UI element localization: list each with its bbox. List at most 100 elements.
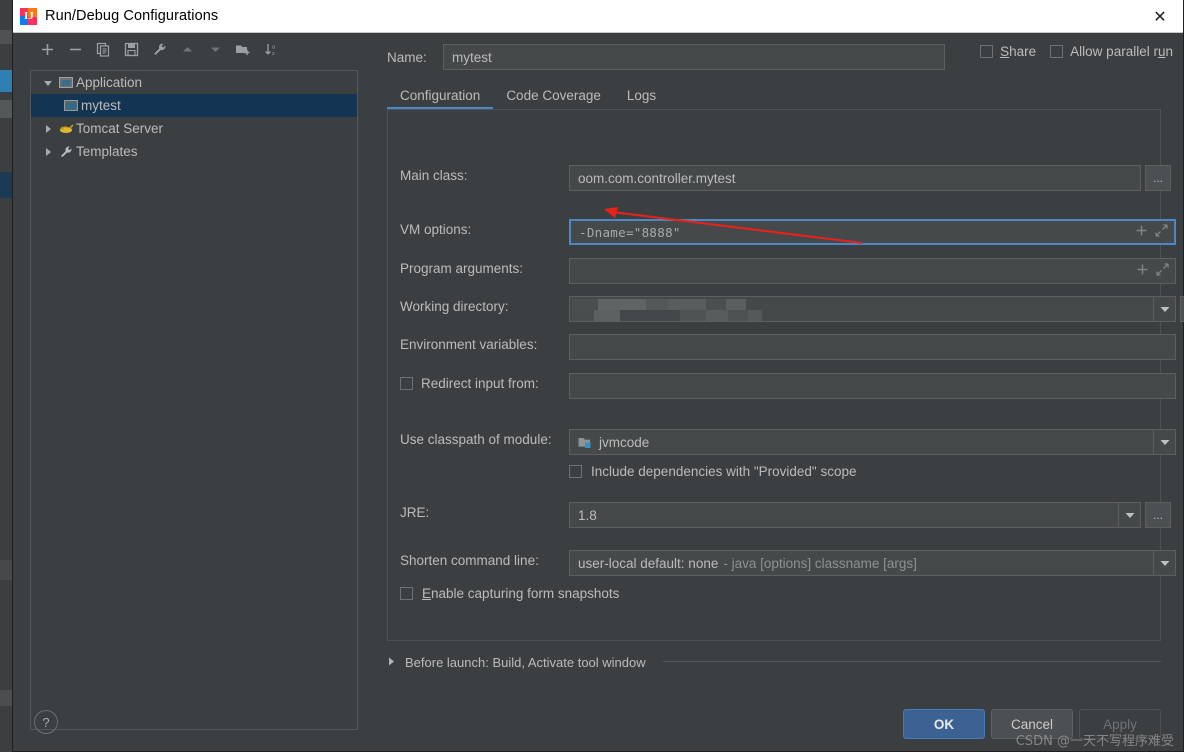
environment-variables-label: Environment variables:	[400, 337, 537, 352]
chevron-right-icon[interactable]	[39, 147, 56, 157]
redirect-input-field[interactable]	[569, 373, 1176, 399]
minus-icon[interactable]	[61, 36, 89, 62]
program-arguments-label: Program arguments:	[400, 261, 523, 276]
chevron-right-icon[interactable]	[387, 653, 396, 671]
tab-logs[interactable]: Logs	[614, 88, 669, 110]
before-launch-divider	[663, 661, 1161, 662]
program-arguments-input[interactable]	[569, 258, 1176, 284]
main-class-browse-button[interactable]: ...	[1145, 165, 1171, 191]
top-checkbox-group: Share Allow parallel run	[980, 44, 1173, 59]
jre-field-group: 1.8 ...	[569, 502, 1171, 528]
program-arguments-row: Program arguments:	[400, 261, 523, 276]
shorten-command-line-value: user-local default: none	[578, 556, 718, 571]
name-label: Name:	[387, 50, 443, 65]
main-class-label: Main class:	[400, 168, 468, 183]
checkbox-box[interactable]	[980, 45, 993, 58]
working-directory-browse-button[interactable]: ...	[1180, 296, 1184, 322]
tree-item-mytest[interactable]: mytest	[31, 94, 357, 117]
configurations-tree[interactable]: Application mytest	[30, 70, 358, 730]
save-icon[interactable]	[117, 36, 145, 62]
redirect-input-row[interactable]: Redirect input from:	[400, 376, 539, 391]
sort-az-icon[interactable]: a z	[257, 36, 285, 62]
tree-item-label: mytest	[81, 98, 121, 113]
enable-snapshots-label: Enable capturing form snapshots	[422, 586, 619, 601]
tree-item-application[interactable]: Application	[31, 71, 357, 94]
vm-options-field-icons	[1135, 221, 1168, 243]
dialog-title: Run/Debug Configurations	[45, 8, 218, 24]
vm-options-input[interactable]: -Dname="8888"	[569, 219, 1176, 245]
use-classpath-combobox[interactable]: jvmcode	[569, 429, 1176, 455]
vm-options-row: VM options:	[400, 222, 471, 237]
jre-browse-button[interactable]: ...	[1145, 502, 1171, 528]
close-icon[interactable]: ✕	[1137, 0, 1183, 32]
configurations-panel: a z Applicat	[13, 33, 373, 751]
configuration-editor-panel: Name: mytest Share Allow parallel run Co…	[373, 33, 1183, 751]
redirect-input-label: Redirect input from:	[421, 376, 539, 391]
use-classpath-label: Use classpath of module:	[400, 432, 552, 447]
jre-dropdown-arrow[interactable]	[1118, 503, 1140, 527]
redacted-path-overlay	[572, 299, 772, 321]
wrench-icon[interactable]	[145, 36, 173, 62]
chevron-down-icon[interactable]	[39, 78, 56, 88]
share-checkbox[interactable]: Share	[980, 44, 1036, 59]
working-directory-row: Working directory:	[400, 299, 509, 314]
jre-combobox[interactable]: 1.8	[569, 502, 1141, 528]
before-launch-section[interactable]: Before launch: Build, Activate tool wind…	[387, 653, 646, 671]
working-directory-field-group: ...	[569, 296, 1184, 322]
checkbox-box[interactable]	[1050, 45, 1063, 58]
include-provided-label: Include dependencies with "Provided" sco…	[591, 464, 857, 479]
shorten-command-line-field-group: user-local default: none - java [options…	[569, 550, 1176, 576]
shorten-command-line-label: Shorten command line:	[400, 553, 539, 568]
allow-parallel-run-checkbox[interactable]: Allow parallel run	[1050, 44, 1173, 59]
expand-icon[interactable]	[1156, 263, 1169, 279]
vm-options-value: -Dname="8888"	[579, 225, 681, 240]
name-input[interactable]: mytest	[443, 44, 945, 70]
plus-icon[interactable]	[33, 36, 61, 62]
svg-text:z: z	[272, 51, 275, 57]
configurations-toolbar: a z	[13, 33, 373, 65]
module-icon	[578, 436, 593, 449]
tab-code-coverage[interactable]: Code Coverage	[493, 88, 614, 110]
working-directory-label: Working directory:	[400, 299, 509, 314]
tomcat-icon	[56, 122, 76, 135]
copy-icon[interactable]	[89, 36, 117, 62]
environment-variables-input[interactable]	[569, 334, 1176, 360]
plus-icon[interactable]	[1135, 224, 1148, 240]
include-provided-checkbox[interactable]	[569, 465, 582, 478]
arrow-down-icon[interactable]	[201, 36, 229, 62]
intellij-idea-icon: IJ	[20, 8, 37, 25]
dialog-titlebar: IJ Run/Debug Configurations ✕	[13, 0, 1183, 33]
jre-label: JRE:	[400, 505, 429, 520]
main-class-field-group: oom.com.controller.mytest ...	[569, 165, 1171, 191]
editor-tabs: Configuration Code Coverage Logs	[387, 80, 1184, 110]
application-icon	[61, 99, 81, 112]
vm-options-field-group: -Dname="8888"	[569, 219, 1176, 245]
redirect-input-checkbox[interactable]	[400, 377, 413, 390]
use-classpath-dropdown-arrow[interactable]	[1153, 430, 1175, 454]
screenshot-root: IJ Run/Debug Configurations ✕	[0, 0, 1184, 752]
help-button[interactable]: ?	[34, 710, 58, 734]
enable-snapshots-row[interactable]: Enable capturing form snapshots	[400, 586, 619, 601]
working-directory-dropdown-arrow[interactable]	[1153, 297, 1175, 321]
jre-row: JRE:	[400, 505, 429, 520]
share-checkbox-label: Share	[1000, 44, 1036, 59]
chevron-right-icon[interactable]	[39, 124, 56, 134]
working-directory-input[interactable]	[569, 296, 1176, 322]
enable-snapshots-checkbox[interactable]	[400, 587, 413, 600]
program-arguments-field-group	[569, 258, 1176, 284]
expand-icon[interactable]	[1155, 224, 1168, 240]
main-class-row: Main class:	[400, 168, 468, 183]
tree-item-tomcat-server[interactable]: Tomcat Server	[31, 117, 357, 140]
shorten-command-line-dropdown-arrow[interactable]	[1153, 551, 1175, 575]
shorten-command-line-combobox[interactable]: user-local default: none - java [options…	[569, 550, 1176, 576]
tree-item-templates[interactable]: Templates	[31, 140, 357, 163]
ok-button[interactable]: OK	[903, 709, 985, 739]
plus-icon[interactable]	[1136, 263, 1149, 279]
csdn-watermark: CSDN @一天不写程序难受	[1016, 730, 1174, 749]
tab-configuration[interactable]: Configuration	[387, 88, 493, 110]
arrow-up-icon[interactable]	[173, 36, 201, 62]
use-classpath-row: Use classpath of module:	[400, 432, 552, 447]
include-provided-row[interactable]: Include dependencies with "Provided" sco…	[569, 464, 857, 479]
main-class-input[interactable]: oom.com.controller.mytest	[569, 165, 1141, 191]
folder-add-icon[interactable]	[229, 36, 257, 62]
